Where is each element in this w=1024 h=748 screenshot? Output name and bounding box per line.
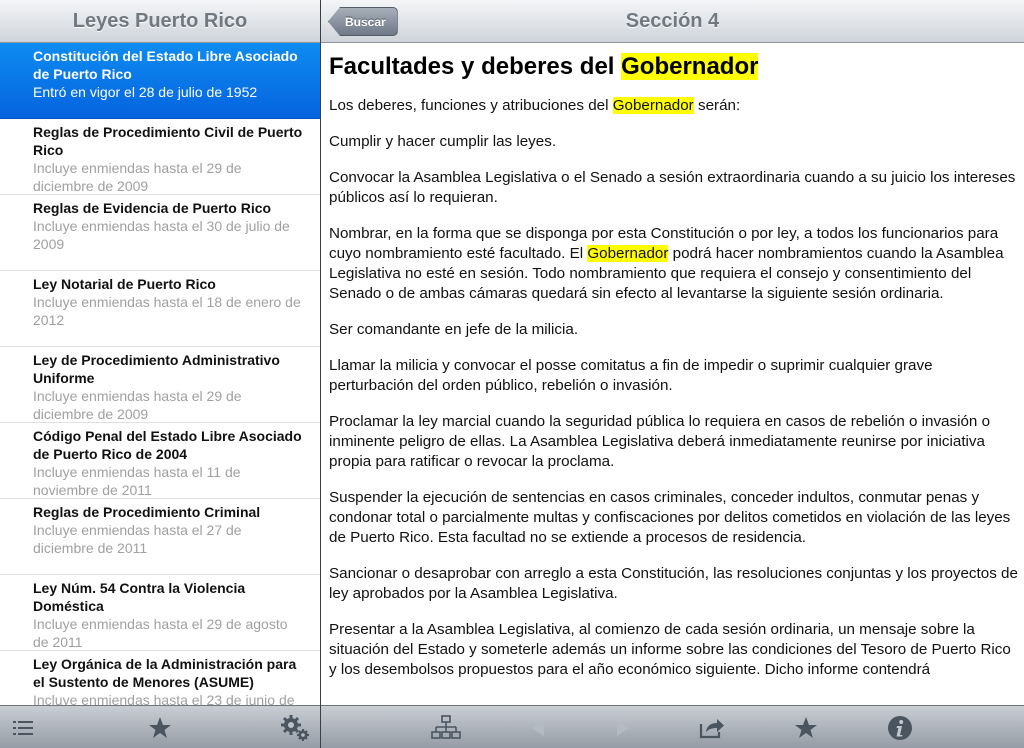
law-subtitle: Incluye enmiendas hasta el 29 de diciemb… <box>33 160 242 194</box>
paragraph-text: Cumplir y hacer cumplir las leyes. <box>329 133 557 150</box>
sidebar-nav-bar: Leyes Puerto Rico <box>0 0 320 43</box>
paragraph-text: Sancionar o desaprobar con arreglo a est… <box>329 565 1018 602</box>
list-button[interactable] <box>8 706 38 748</box>
article-paragraph: Presentar a la Asamblea Legislativa, al … <box>329 620 1018 680</box>
detail-pane: Sección 4 Buscar Facultades y deberes de… <box>321 0 1024 748</box>
law-title: Ley Orgánica de la Administración para e… <box>33 656 297 690</box>
article-paragraph: Convocar la Asamblea Legislativa o el Se… <box>329 168 1018 208</box>
detail-toolbar <box>321 705 1024 748</box>
article-paragraph: Llamar la milicia y convocar el posse co… <box>329 356 1018 396</box>
search-highlight: Gobernador <box>587 245 669 262</box>
law-list-item[interactable]: Reglas de Evidencia de Puerto Rico Incluy… <box>0 195 320 271</box>
paragraph-text: Proclamar la ley marcial cuando la segur… <box>329 413 991 470</box>
hierarchy-icon <box>431 714 461 739</box>
search-back-button[interactable]: Buscar <box>328 7 398 36</box>
split-view: Leyes Puerto Rico Constitución del Estad… <box>0 0 1024 748</box>
article-body: Los deberes, funciones y atribuciones de… <box>329 96 1018 680</box>
law-subtitle: Incluye enmiendas hasta el 18 de enero d… <box>33 294 301 328</box>
law-subtitle: Incluye enmiendas hasta el 27 de diciemb… <box>33 522 242 556</box>
law-subtitle: Incluye enmiendas hasta el 23 de junio d… <box>33 692 295 705</box>
arrow-right-icon <box>617 719 629 736</box>
law-list[interactable]: Constitución del Estado Libre Asociado d… <box>0 43 320 705</box>
article-paragraph: Ser comandante en jefe de la milicia. <box>329 320 1018 340</box>
arrow-left-icon <box>532 719 544 736</box>
law-title: Ley de Procedimiento Administrativo Unif… <box>33 352 280 386</box>
heading-highlight: Gobernador <box>621 53 759 80</box>
article-heading: Facultades y deberes del Gobernador <box>329 52 1018 82</box>
paragraph-text: Llamar la milicia y convocar el posse co… <box>329 357 933 394</box>
law-list-item[interactable]: Ley de Procedimiento Administrativo Unif… <box>0 347 320 423</box>
gear-icon <box>281 714 309 741</box>
article-paragraph: Sancionar o desaprobar con arreglo a est… <box>329 564 1018 604</box>
favorites-button[interactable] <box>145 706 175 748</box>
paragraph-text: Presentar a la Asamblea Legislativa, al … <box>329 621 1011 678</box>
law-subtitle: Incluye enmiendas hasta el 29 de diciemb… <box>33 388 242 422</box>
detail-nav-bar: Sección 4 Buscar <box>321 0 1024 43</box>
law-title: Código Penal del Estado Libre Asociado d… <box>33 428 302 462</box>
sidebar-title: Leyes Puerto Rico <box>72 10 248 32</box>
hierarchy-button[interactable] <box>431 706 461 748</box>
search-highlight: Gobernador <box>612 97 694 114</box>
settings-button[interactable] <box>278 706 312 748</box>
law-list-item[interactable]: Reglas de Procedimiento Criminal Incluye … <box>0 499 320 575</box>
law-title: Ley Núm. 54 Contra la Violencia Doméstic… <box>33 580 246 614</box>
law-list-item[interactable]: Constitución del Estado Libre Asociado d… <box>0 43 320 119</box>
law-subtitle: Incluye enmiendas hasta el 30 de julio d… <box>33 218 290 252</box>
paragraph-text: Ser comandante en jefe de la milicia. <box>329 321 579 338</box>
share-icon <box>699 718 724 738</box>
law-list-item[interactable]: Reglas de Procedimiento Civil de Puerto … <box>0 119 320 195</box>
law-title: Reglas de Evidencia de Puerto Rico <box>33 200 272 216</box>
sidebar: Leyes Puerto Rico Constitución del Estad… <box>0 0 320 748</box>
star-icon <box>149 716 171 738</box>
article-paragraph: Cumplir y hacer cumplir las leyes. <box>329 132 1018 152</box>
law-title: Ley Notarial de Puerto Rico <box>33 276 216 292</box>
article-paragraph: Suspender la ejecución de sentencias en … <box>329 488 1018 548</box>
heading-text: Facultades y deberes del <box>329 53 622 80</box>
law-list-item[interactable]: Ley Núm. 54 Contra la Violencia Doméstic… <box>0 575 320 651</box>
star-icon <box>795 716 817 738</box>
next-button[interactable] <box>611 706 635 748</box>
bookmark-button[interactable] <box>791 706 821 748</box>
section-title: Sección 4 <box>625 10 720 32</box>
law-list-item[interactable]: Ley Notarial de Puerto Rico Incluye enmie… <box>0 271 320 347</box>
share-button[interactable] <box>697 706 727 748</box>
law-subtitle: Entró en vigor el 28 de julio de 1952 <box>33 84 258 100</box>
law-subtitle: Incluye enmiendas hasta el 29 de agosto … <box>33 616 288 650</box>
paragraph-text: Convocar la Asamblea Legislativa o el Se… <box>329 169 1016 206</box>
law-list-item[interactable]: Ley Orgánica de la Administración para e… <box>0 651 320 705</box>
article-content[interactable]: Facultades y deberes del Gobernador Los … <box>329 52 1018 704</box>
paragraph-text: Los deberes, funciones y atribuciones de… <box>329 97 613 114</box>
law-title: Constitución del Estado Libre Asociado d… <box>33 48 298 82</box>
info-button[interactable] <box>885 706 915 748</box>
article-paragraph: Nombrar, en la forma que se disponga por… <box>329 224 1018 304</box>
info-icon <box>888 715 912 740</box>
law-list-item[interactable]: Código Penal del Estado Libre Asociado d… <box>0 423 320 499</box>
article-paragraph: Proclamar la ley marcial cuando la segur… <box>329 412 1018 472</box>
law-title: Reglas de Procedimiento Civil de Puerto … <box>33 124 303 158</box>
list-icon <box>13 720 33 735</box>
previous-button[interactable] <box>526 706 550 748</box>
paragraph-text: Suspender la ejecución de sentencias en … <box>329 489 1011 546</box>
sidebar-toolbar <box>0 705 320 748</box>
article-paragraph: Los deberes, funciones y atribuciones de… <box>329 96 1018 116</box>
law-subtitle: Incluye enmiendas hasta el 11 de noviemb… <box>33 464 241 498</box>
law-title: Reglas de Procedimiento Criminal <box>33 504 261 520</box>
paragraph-text: serán: <box>693 97 741 114</box>
